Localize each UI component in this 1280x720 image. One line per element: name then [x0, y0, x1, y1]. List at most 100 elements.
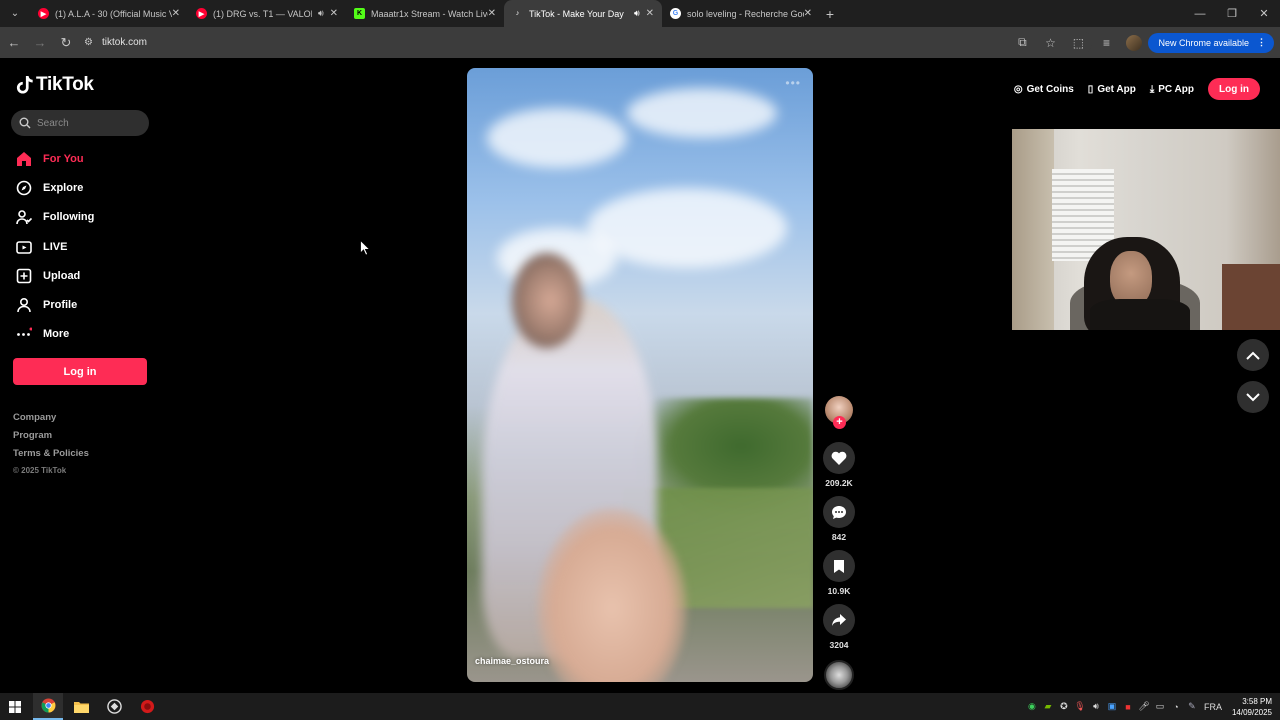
- minimize-icon[interactable]: —: [1184, 0, 1216, 27]
- install-app-icon[interactable]: ⧉: [1008, 31, 1036, 55]
- browser-tab-active[interactable]: ♪ TikTok - Make Your Day 🔊︎ ✕: [504, 0, 662, 27]
- next-video-button[interactable]: [1237, 381, 1269, 413]
- browser-tab[interactable]: ▶ (1) A.L.A - 30 (Official Music Vid ✕: [30, 0, 188, 27]
- sidebar-item-live[interactable]: LIVE: [16, 232, 94, 261]
- taskbar-chrome[interactable]: [33, 693, 63, 720]
- phone-icon: ▯: [1087, 83, 1094, 95]
- music-disc[interactable]: [824, 660, 854, 690]
- taskbar-app[interactable]: [132, 693, 162, 720]
- chevron-down-icon: [1246, 392, 1260, 401]
- browser-tab[interactable]: K Maaatr1x Stream - Watch Live ✕: [346, 0, 504, 27]
- sidebar-item-for-you[interactable]: For You: [16, 144, 94, 173]
- sidebar-item-explore[interactable]: Explore: [16, 173, 94, 202]
- app-icon: [140, 699, 154, 714]
- profile-avatar[interactable]: [1126, 34, 1143, 51]
- new-chrome-button[interactable]: New Chrome available ⋮: [1148, 32, 1274, 53]
- tab-search-button[interactable]: ⌄: [4, 3, 26, 23]
- pc-app-link[interactable]: ⤓ PC App: [1150, 84, 1194, 95]
- tiktok-logo[interactable]: TikTok: [16, 74, 94, 96]
- tray-app-icon[interactable]: ■: [1120, 702, 1136, 712]
- new-chrome-label: New Chrome available: [1158, 37, 1249, 48]
- upload-icon: [16, 268, 32, 284]
- media-controls-icon[interactable]: ≡: [1092, 31, 1120, 55]
- share-button[interactable]: [823, 604, 855, 636]
- header-actions: ◎ Get Coins ▯ Get App ⤓ PC App Log in: [1014, 78, 1260, 100]
- sidebar-item-label: Profile: [43, 299, 78, 312]
- language-indicator[interactable]: FRA: [1200, 702, 1226, 712]
- extensions-icon[interactable]: ⬚: [1064, 31, 1092, 55]
- save-button[interactable]: [823, 550, 855, 582]
- get-app-link[interactable]: ▯ Get App: [1088, 84, 1136, 95]
- taskbar-app[interactable]: [99, 693, 129, 720]
- clock-date: 14/09/2025: [1231, 707, 1272, 717]
- compass-icon: [16, 180, 32, 196]
- google-icon: G: [670, 8, 681, 19]
- close-tab-icon[interactable]: ✕: [172, 8, 180, 19]
- windows-icon: [9, 700, 21, 713]
- browser-tab-strip: ⌄ ▶ (1) A.L.A - 30 (Official Music Vid ✕…: [0, 0, 1280, 27]
- nvidia-icon[interactable]: ▰: [1040, 701, 1056, 712]
- taskbar-file-explorer[interactable]: [66, 693, 96, 720]
- logo-text: TikTok: [36, 74, 94, 95]
- footer-link-program[interactable]: Program: [13, 430, 89, 448]
- microphone-icon[interactable]: 🎤︎: [1136, 701, 1152, 712]
- close-tab-icon[interactable]: ✕: [488, 8, 496, 19]
- sidebar-item-label: For You: [43, 152, 84, 165]
- like-button[interactable]: [823, 442, 855, 474]
- share-icon: [832, 614, 846, 626]
- get-coins-label: Get Coins: [1026, 83, 1074, 95]
- start-button[interactable]: [0, 693, 30, 720]
- sidebar-item-label: Upload: [43, 269, 81, 282]
- kebab-menu-icon[interactable]: ⋮: [1257, 37, 1266, 48]
- search-box[interactable]: [11, 110, 149, 136]
- chrome-icon: [40, 698, 56, 713]
- get-coins-link[interactable]: ◎ Get Coins: [1014, 84, 1074, 95]
- video-frame: [487, 108, 627, 168]
- sidebar-login-button[interactable]: Log in: [13, 358, 147, 385]
- footer-link-terms[interactable]: Terms & Policies: [13, 448, 89, 466]
- header-login-button[interactable]: Log in: [1208, 78, 1260, 100]
- speaker-icon[interactable]: 🔊︎: [318, 8, 324, 19]
- sidebar-item-more[interactable]: More: [16, 320, 94, 349]
- video-more-icon[interactable]: •••: [785, 76, 801, 90]
- microphone-muted-icon[interactable]: 🎙︎: [1072, 701, 1088, 712]
- taskbar-clock[interactable]: 3:58 PM 14/09/2025: [1232, 696, 1272, 718]
- site-info-icon[interactable]: ⚙: [84, 37, 102, 48]
- tray-app-icon[interactable]: ✪: [1056, 701, 1072, 712]
- browser-tab[interactable]: ▶ (1) DRG vs. T1 — VALORANT 🔊︎ ✕: [188, 0, 346, 27]
- close-tab-icon[interactable]: ✕: [646, 8, 654, 19]
- address-bar[interactable]: ⚙ tiktok.com: [80, 30, 1092, 55]
- sidebar-item-following[interactable]: Following: [16, 203, 94, 232]
- video-player[interactable]: ••• chaimae_ostoura: [467, 68, 813, 682]
- previous-video-button[interactable]: [1237, 339, 1269, 371]
- close-tab-icon[interactable]: ✕: [804, 8, 812, 19]
- follow-plus-icon[interactable]: +: [833, 416, 846, 429]
- pen-icon[interactable]: ✎: [1184, 701, 1200, 712]
- restore-icon[interactable]: ❐: [1216, 0, 1248, 27]
- search-input[interactable]: [37, 117, 137, 129]
- sidebar-nav: For You Explore Following LIVE Upload Pr…: [16, 144, 94, 349]
- tray-app-icon[interactable]: ◉: [1024, 701, 1040, 712]
- wifi-icon[interactable]: ◔: [1168, 702, 1184, 712]
- tray-app-icon[interactable]: ▣: [1104, 701, 1120, 712]
- volume-icon[interactable]: 🔊︎: [1088, 701, 1104, 712]
- bookmark-star-icon[interactable]: ☆: [1036, 31, 1064, 55]
- browser-tab[interactable]: G solo leveling - Recherche Goog ✕: [662, 0, 820, 27]
- new-tab-button[interactable]: +: [820, 0, 840, 27]
- close-window-icon[interactable]: ✕: [1248, 0, 1280, 27]
- footer-link-company[interactable]: Company: [13, 412, 89, 430]
- sidebar-item-profile[interactable]: Profile: [16, 290, 94, 319]
- share-count: 3204: [829, 640, 849, 650]
- reload-icon[interactable]: ↻: [54, 31, 78, 55]
- forward-icon[interactable]: →: [28, 31, 52, 55]
- back-icon[interactable]: ←: [2, 31, 26, 55]
- speaker-icon[interactable]: 🔊︎: [634, 8, 640, 19]
- creator-avatar[interactable]: +: [825, 396, 853, 429]
- comment-button[interactable]: [823, 496, 855, 528]
- video-frame: [587, 188, 787, 268]
- display-icon[interactable]: ▭: [1152, 701, 1168, 712]
- tiktok-page: TikTok For You Explore Following: [0, 58, 1280, 693]
- sidebar-item-upload[interactable]: Upload: [16, 261, 94, 290]
- video-author[interactable]: chaimae_ostoura: [475, 656, 549, 666]
- close-tab-icon[interactable]: ✕: [330, 8, 338, 19]
